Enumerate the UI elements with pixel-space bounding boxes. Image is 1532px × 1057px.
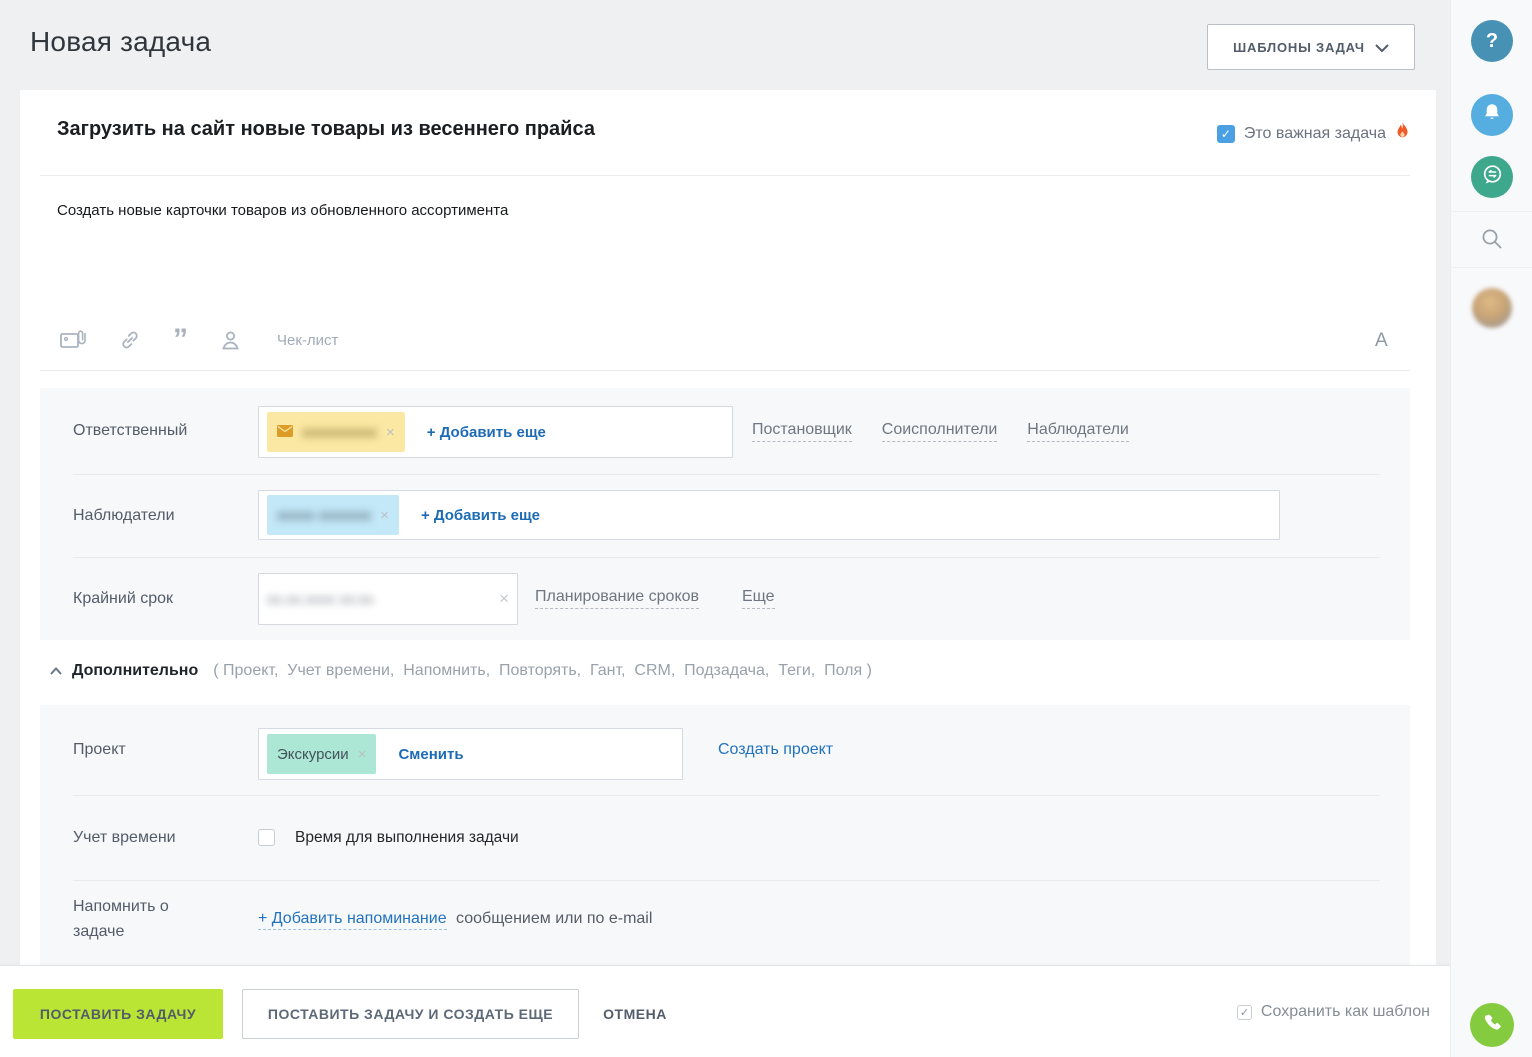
task-description-input[interactable]: Создать новые карточки товаров из обновл… xyxy=(57,202,508,219)
submit-and-create-more-button[interactable]: ПОСТАВИТЬ ЗАДАЧУ И СОЗДАТЬ ЕЩЕ xyxy=(242,989,579,1039)
submit-task-button[interactable]: ПОСТАВИТЬ ЗАДАЧУ xyxy=(13,989,223,1039)
remove-chip-icon[interactable]: × xyxy=(358,746,367,763)
observers-input[interactable]: xxxxx xxxxxxx × + Добавить еще xyxy=(258,490,1280,540)
observers-link[interactable]: Наблюдатели xyxy=(1027,421,1129,442)
search-button[interactable] xyxy=(1479,226,1505,257)
footer-bar: ПОСТАВИТЬ ЗАДАЧУ ПОСТАВИТЬ ЗАДАЧУ И СОЗД… xyxy=(0,965,1450,1057)
chat-bubble-icon xyxy=(1481,163,1504,191)
flame-icon xyxy=(1395,122,1410,146)
save-as-template-control: ✓ Сохранить как шаблон xyxy=(1237,966,1430,1057)
clear-date-icon[interactable]: × xyxy=(499,589,509,609)
phone-call-button[interactable] xyxy=(1470,1003,1514,1047)
reminder-label: Напомнить о задаче xyxy=(73,894,223,944)
notifications-button[interactable] xyxy=(1471,94,1513,136)
chat-button[interactable] xyxy=(1471,156,1513,198)
time-tracking-label: Учет времени xyxy=(73,829,176,847)
time-tracking-checkbox-label: Время для выполнения задачи xyxy=(295,829,519,847)
task-create-page: Новая задача ШАБЛОНЫ ЗАДАЧ Загрузить на … xyxy=(0,0,1532,1057)
project-input[interactable]: Экскурсии × Сменить xyxy=(258,728,683,780)
divider xyxy=(40,175,1410,176)
page-title: Новая задача xyxy=(30,26,211,58)
important-task-checkbox[interactable]: ✓ xyxy=(1217,125,1235,143)
role-links: Постановщик Соисполнители Наблюдатели xyxy=(752,421,1129,442)
templates-button-label: ШАБЛОНЫ ЗАДАЧ xyxy=(1233,40,1365,55)
search-icon xyxy=(1479,239,1505,256)
quote-icon[interactable]: ” xyxy=(173,328,188,352)
deadline-input[interactable]: xx.xx.xxxx xx:xx × xyxy=(258,573,518,625)
responsible-chip-name: xxxxxxxxxx xyxy=(302,424,377,441)
originator-link[interactable]: Постановщик xyxy=(752,421,852,442)
chevron-down-icon xyxy=(1375,40,1389,55)
project-change-link[interactable]: Сменить xyxy=(398,746,463,763)
project-chip-name: Экскурсии xyxy=(277,746,349,763)
responsible-add-more-link[interactable]: + Добавить еще xyxy=(427,424,546,441)
help-button[interactable]: ? xyxy=(1471,20,1513,62)
create-project-link[interactable]: Создать проект xyxy=(718,741,833,759)
deadline-value: xx.xx.xxxx xx:xx xyxy=(267,591,374,608)
deadline-label: Крайний срок xyxy=(73,590,173,608)
schedule-planning-link[interactable]: Планирование сроков xyxy=(535,588,699,609)
save-template-checkbox[interactable]: ✓ xyxy=(1237,1005,1252,1020)
divider xyxy=(1451,211,1532,212)
right-toolbar: ? xyxy=(1450,0,1532,1057)
additional-fields-panel: Проект Экскурсии × Сменить Создать проек… xyxy=(40,705,1410,965)
add-reminder-link[interactable]: + Добавить напоминание xyxy=(258,910,447,930)
task-templates-button[interactable]: ШАБЛОНЫ ЗАДАЧ xyxy=(1207,24,1415,70)
observers-add-more-link[interactable]: + Добавить еще xyxy=(421,507,540,524)
coexecutors-link[interactable]: Соисполнители xyxy=(882,421,998,442)
remove-chip-icon[interactable]: × xyxy=(386,424,395,441)
divider xyxy=(1451,267,1532,268)
question-mark-icon: ? xyxy=(1486,30,1498,53)
additional-summary: ( Проект, Учет времени, Напомнить, Повто… xyxy=(213,662,872,680)
responsible-chip[interactable]: xxxxxxxxxx × xyxy=(267,412,405,452)
additional-label[interactable]: Дополнительно xyxy=(72,662,198,680)
time-tracking-row: Учет времени Время для выполнения задачи xyxy=(40,795,1410,880)
important-task-control: ✓ Это важная задача xyxy=(1217,122,1410,146)
check-icon: ✓ xyxy=(1240,1006,1249,1019)
save-template-label: Сохранить как шаблон xyxy=(1261,1003,1430,1021)
phone-icon xyxy=(1481,1012,1503,1039)
envelope-icon xyxy=(277,424,293,441)
task-title-input[interactable]: Загрузить на сайт новые товары из весенн… xyxy=(57,118,595,141)
bell-icon xyxy=(1482,102,1502,128)
observer-chip-name: xxxxx xxxxxxx xyxy=(277,507,371,524)
divider xyxy=(40,370,1410,371)
project-chip[interactable]: Экскурсии × xyxy=(267,734,376,774)
responsible-input[interactable]: xxxxxxxxxx × + Добавить еще xyxy=(258,406,733,458)
observers-row: Наблюдатели xxxxx xxxxxxx × + Добавить е… xyxy=(40,474,1410,557)
responsible-row: Ответственный xxxxxxxxxx × + Добавить ещ… xyxy=(40,388,1410,474)
reminder-suffix: сообщением или по e-mail xyxy=(456,910,652,927)
time-tracking-checkbox[interactable] xyxy=(258,829,275,846)
cancel-button[interactable]: ОТМЕНА xyxy=(600,989,670,1039)
deadline-row: Крайний срок xx.xx.xxxx xx:xx × Планиров… xyxy=(40,557,1410,640)
check-icon: ✓ xyxy=(1221,127,1231,141)
responsible-label: Ответственный xyxy=(73,422,187,440)
important-task-label: Это важная задача xyxy=(1244,125,1386,143)
task-form-card: Загрузить на сайт новые товары из весенн… xyxy=(20,90,1436,965)
reminder-content: + Добавить напоминание сообщением или по… xyxy=(258,910,652,928)
observers-label: Наблюдатели xyxy=(73,507,175,525)
observer-chip[interactable]: xxxxx xxxxxxx × xyxy=(267,495,399,535)
more-link[interactable]: Еще xyxy=(742,588,775,609)
avatar[interactable] xyxy=(1472,288,1512,328)
remove-chip-icon[interactable]: × xyxy=(380,507,389,524)
checklist-button[interactable]: Чек-лист xyxy=(277,332,338,349)
mention-person-icon[interactable] xyxy=(220,329,241,351)
project-label: Проект xyxy=(73,741,126,759)
chevron-up-icon xyxy=(50,662,62,680)
additional-section-toggle[interactable]: Дополнительно ( Проект, Учет времени, На… xyxy=(50,662,872,680)
font-format-button[interactable]: A xyxy=(1375,330,1388,352)
project-row: Проект Экскурсии × Сменить Создать проек… xyxy=(40,705,1410,795)
main-fields-panel: Ответственный xxxxxxxxxx × + Добавить ещ… xyxy=(40,388,1410,640)
editor-toolbar: ” Чек-лист xyxy=(60,322,338,358)
insert-link-icon[interactable] xyxy=(119,329,141,351)
reminder-row: Напомнить о задаче + Добавить напоминани… xyxy=(40,880,1410,965)
attach-image-icon[interactable] xyxy=(60,329,87,351)
